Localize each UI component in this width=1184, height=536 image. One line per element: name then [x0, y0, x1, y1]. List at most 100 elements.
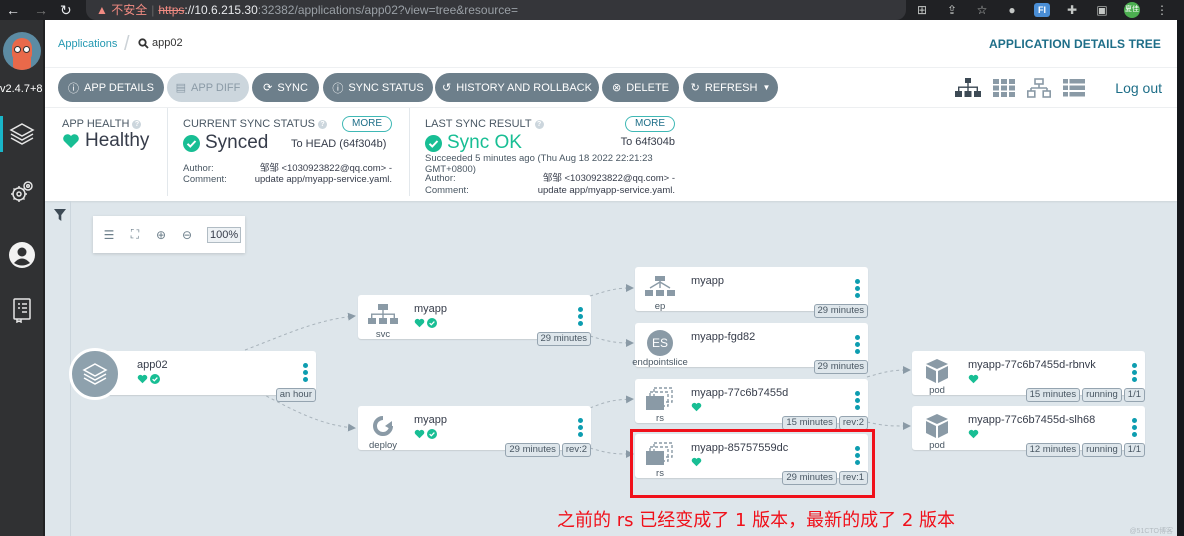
edge-deploy-rs1 [589, 395, 634, 409]
watermark: @51CTO博客 [1129, 528, 1173, 535]
ep-node[interactable]: ep myapp 29 minutes [635, 267, 868, 318]
deploy-node[interactable]: deploy myapp 29 minutes rev:2 [358, 406, 591, 457]
sidebar-item-documentation[interactable] [0, 290, 44, 330]
action-toolbar: ⓘ APP DETAILS ▤ APP DIFF ⟳ SYNC ⓘ SYNC STATU… [45, 68, 1177, 108]
sync-status-button[interactable]: ⓘ SYNC STATUS [323, 73, 433, 102]
app-diff-button[interactable]: ▤ APP DIFF [167, 73, 249, 102]
pod-node-rbnvk[interactable]: pod myapp-77c6b7455d-rbnvk 15 minutes run… [912, 351, 1145, 402]
node-menu-icon[interactable] [1131, 363, 1137, 382]
svc-node[interactable]: svc myapp 29 minutes [358, 295, 591, 346]
node-kind: pod [929, 440, 945, 451]
delete-label: DELETE [626, 81, 670, 94]
node-name: myapp [414, 414, 448, 426]
fit-screen-icon[interactable]: ⛶ [129, 227, 141, 242]
help-icon[interactable]: ? [132, 119, 142, 129]
filter-icon[interactable] [54, 209, 66, 221]
rs-node-77c6b7455d[interactable]: rs myapp-77c6b7455d 15 minutes rev:2 [635, 379, 868, 430]
node-name: app02 [137, 359, 168, 371]
node-kind: pod [929, 385, 945, 396]
browser-menu-icon[interactable]: ⋮ [1154, 1, 1170, 19]
tree-view-icon[interactable] [955, 78, 981, 98]
info-icon: ⓘ [332, 82, 344, 95]
node-menu-icon[interactable] [577, 418, 583, 437]
edge-app-svc [244, 312, 356, 351]
sync-status-title-label: CURRENT SYNC STATUS [183, 118, 316, 130]
endpointslice-node[interactable]: ES endpointslice myapp-fgd82 29 minutes [632, 323, 868, 374]
back-icon[interactable]: ← [6, 2, 20, 18]
last-sync-comment-value: update app/myapp-service.yaml. [537, 185, 675, 196]
sync-button[interactable]: ⟳ SYNC [252, 73, 319, 102]
node-menu-icon[interactable] [854, 279, 860, 298]
heart-icon [968, 429, 979, 439]
sync-icon: ⟳ [263, 82, 273, 94]
warning-icon: ▲ [96, 3, 112, 17]
node-name: myapp [414, 303, 448, 315]
heart-icon [414, 318, 425, 328]
node-menu-icon[interactable] [854, 335, 860, 354]
delete-button[interactable]: ⊗ DELETE [602, 73, 679, 102]
revision-tag: rev:2 [838, 416, 868, 430]
heart-icon [968, 374, 979, 384]
endpoints-icon [645, 276, 675, 296]
sidebar-item-user-info[interactable] [0, 235, 44, 275]
app-node[interactable]: app02 an hour [95, 351, 316, 402]
node-menu-icon[interactable] [1131, 418, 1137, 437]
refresh-button[interactable]: ↻ REFRESH ▼ [683, 73, 778, 102]
info-icon: ⓘ [68, 82, 80, 95]
zoom-level[interactable]: 100% [207, 226, 242, 243]
sync-author-label: Author: [183, 163, 214, 174]
profile-avatar[interactable]: 夏佳 [1124, 2, 1140, 18]
url-text[interactable]: ▲ 不安全 | https://10.6.215.30:32382/applicat… [96, 3, 518, 17]
window-edge [1177, 20, 1184, 536]
share-icon[interactable]: ⇪ [944, 1, 960, 19]
last-sync-section: LAST SYNC RESULT? MORE Sync OK To 64f304… [409, 108, 689, 196]
logout-link[interactable]: Log out [1115, 80, 1162, 96]
app-details-button[interactable]: ⓘ APP DETAILS [58, 73, 164, 102]
refresh-label: REFRESH [704, 81, 758, 94]
last-sync-author-value: 邹邹 <1030923822@qq.com> - [542, 173, 675, 184]
x-circle-icon: ⊗ [612, 82, 622, 94]
breadcrumb-applications[interactable]: Applications [58, 38, 117, 50]
breadcrumb-current[interactable]: app02 [138, 37, 183, 49]
main-content: Applications / app02 APPLICATION DETAILS… [45, 20, 1177, 536]
pod-node-slh68[interactable]: pod myapp-77c6b7455d-slh68 12 minutes run… [912, 406, 1145, 457]
argo-logo[interactable] [3, 32, 41, 70]
zoom-in-icon[interactable]: ⊕ [155, 228, 167, 242]
extensions-puzzle-icon[interactable]: ✚ [1064, 1, 1080, 19]
heart-icon [414, 429, 425, 439]
extension-circle-icon[interactable]: ● [1004, 1, 1020, 19]
history-rollback-button[interactable]: ↺ HISTORY AND ROLLBACK [435, 73, 599, 102]
side-panel-icon[interactable]: ▣ [1094, 1, 1110, 19]
app-health-label: APP HEALTH [62, 118, 130, 130]
help-icon[interactable]: ? [318, 119, 328, 129]
node-menu-icon[interactable] [854, 391, 860, 410]
node-menu-icon[interactable] [302, 363, 308, 382]
forward-icon[interactable]: → [34, 2, 48, 18]
annotation-text: 之前的 rs 已经变成了 1 版本，最新的成了 2 版本 [557, 510, 956, 531]
pods-view-icon[interactable] [993, 79, 1015, 97]
health-text: Healthy [85, 130, 150, 151]
ready-count-tag: 1/1 [1123, 443, 1145, 457]
list-view-icon[interactable] [1063, 79, 1085, 97]
check-circle-icon [427, 318, 437, 328]
bookmark-star-icon[interactable]: ☆ [974, 1, 990, 19]
edge-deploy-rs2 [589, 447, 634, 458]
help-icon[interactable]: ? [534, 119, 544, 129]
align-left-icon[interactable]: ☰ [103, 228, 115, 242]
service-icon [368, 304, 398, 324]
network-view-icon[interactable] [1027, 78, 1051, 98]
sidebar: v2.4.7+8 [0, 20, 44, 536]
sidebar-item-applications[interactable] [0, 114, 44, 154]
highlight-box [630, 429, 875, 498]
reload-icon[interactable]: ↻ [60, 2, 72, 18]
zoom-out-icon[interactable]: ⊖ [181, 228, 193, 242]
sync-more-button[interactable]: MORE [342, 116, 392, 132]
status-panel: APP HEALTH? Healthy CURRENT SYNC STATUS?… [45, 108, 1177, 201]
translate-icon[interactable]: ⊞ [914, 1, 930, 19]
last-sync-author-label: Author: [425, 173, 456, 184]
last-sync-more-button[interactable]: MORE [625, 116, 675, 132]
node-menu-icon[interactable] [577, 307, 583, 326]
last-sync-comment-label: Comment: [425, 185, 469, 196]
sidebar-item-settings[interactable] [0, 172, 44, 212]
extension-f-icon[interactable]: FI [1034, 3, 1050, 17]
